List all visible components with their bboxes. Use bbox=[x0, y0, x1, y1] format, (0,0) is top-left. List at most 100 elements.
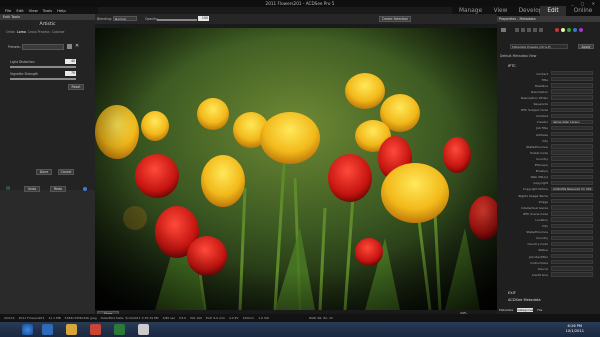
tab-cross-process[interactable]: Cross Process bbox=[28, 30, 50, 34]
metadata-field-input[interactable] bbox=[551, 107, 593, 112]
metadata-field-input[interactable] bbox=[551, 150, 593, 155]
reset-button[interactable]: Reset bbox=[68, 84, 84, 90]
metadata-field-input[interactable] bbox=[551, 247, 593, 253]
metadata-field-input[interactable] bbox=[551, 235, 593, 241]
menu-tools[interactable]: Tools bbox=[43, 8, 52, 13]
metadata-field-input[interactable]: All Rights Reserved (C) 2011 bbox=[551, 186, 593, 192]
undo-button[interactable]: Undo bbox=[24, 186, 40, 192]
create-selection-button[interactable]: Create Selection bbox=[379, 16, 411, 22]
metadata-field-input[interactable] bbox=[551, 101, 593, 106]
tab-orton[interactable]: Orton bbox=[6, 30, 15, 34]
status-item: 2011 Flowers201 bbox=[18, 316, 45, 320]
metadata-field-input[interactable] bbox=[551, 77, 593, 82]
app-icon[interactable] bbox=[114, 324, 125, 335]
metadata-field-input[interactable] bbox=[551, 156, 593, 161]
metadata-field-label: Creator bbox=[536, 120, 548, 125]
done-button[interactable]: Done bbox=[36, 169, 52, 175]
metadata-row: Web URL(s) bbox=[500, 174, 598, 180]
metadata-view-select[interactable]: Metadata Presets (Ctrl+E) bbox=[510, 44, 568, 49]
metadata-field-input[interactable]: James Allen Larsen bbox=[551, 119, 593, 125]
metadata-row: IPTC Subject Code bbox=[500, 107, 598, 113]
metadata-field-input[interactable] bbox=[551, 266, 593, 271]
tab-lomo[interactable]: Lomo bbox=[17, 30, 26, 34]
metadata-field-input[interactable] bbox=[551, 211, 593, 216]
media-icon[interactable] bbox=[90, 324, 101, 335]
metadata-field-input[interactable] bbox=[551, 260, 593, 265]
metadata-field-input[interactable] bbox=[551, 89, 593, 94]
metadata-row: Title bbox=[500, 77, 598, 82]
menu-view[interactable]: View bbox=[29, 8, 38, 13]
menu-edit[interactable]: Edit bbox=[16, 8, 23, 13]
help-icon[interactable] bbox=[83, 187, 87, 191]
status-item: 4.0 EV bbox=[228, 316, 239, 320]
mode-edit[interactable]: Edit bbox=[540, 6, 566, 16]
opacity-field[interactable]: 100 bbox=[198, 16, 209, 21]
metadata-field-input[interactable] bbox=[551, 162, 593, 167]
metadata-row: City bbox=[500, 138, 598, 143]
image-viewer[interactable] bbox=[95, 28, 497, 310]
metadata-row: Phone(s) bbox=[500, 162, 598, 168]
acdsee-metadata-section[interactable]: ACDSee Metadata bbox=[500, 298, 597, 304]
metadata-field-label: Content bbox=[536, 114, 548, 119]
start-icon[interactable] bbox=[22, 324, 33, 335]
system-clock[interactable]: 6:26 PM 10/1/2011 bbox=[566, 324, 584, 334]
folder-icon[interactable] bbox=[66, 324, 77, 335]
metadata-field-input[interactable] bbox=[551, 180, 593, 186]
metadata-field-input[interactable] bbox=[551, 254, 593, 259]
metadata-row: City bbox=[500, 223, 598, 229]
exif-section[interactable]: EXIF bbox=[500, 291, 597, 297]
metadata-field-input[interactable] bbox=[551, 217, 593, 222]
opacity-slider[interactable] bbox=[157, 19, 197, 21]
metadata-field-input[interactable] bbox=[551, 241, 593, 247]
chat-icon[interactable]: ✉ bbox=[6, 186, 10, 192]
light-distortion-slider[interactable] bbox=[10, 66, 76, 68]
metadata-field-input[interactable] bbox=[551, 168, 593, 173]
vignette-strength-slider[interactable] bbox=[10, 78, 76, 80]
apply-button[interactable]: Apply bbox=[578, 44, 594, 49]
blending-select[interactable]: Normal bbox=[113, 16, 137, 21]
default-metadata-section[interactable]: Default Metadata View bbox=[500, 54, 597, 60]
menu-help[interactable]: Help bbox=[57, 8, 66, 13]
metadata-row: Rights Usage Terms bbox=[500, 193, 598, 198]
vignette-strength-field[interactable]: 70 bbox=[65, 71, 76, 76]
acdsee-icon[interactable] bbox=[138, 324, 149, 335]
metadata-row: Copyright Notice All Rights Reserved (C) … bbox=[500, 186, 598, 192]
metadata-field-label: IPTC Subject Code bbox=[520, 108, 548, 113]
metadata-field-input[interactable] bbox=[551, 229, 593, 234]
redo-button[interactable]: Redo bbox=[50, 186, 66, 192]
browser-icon[interactable] bbox=[42, 324, 53, 335]
metadata-field-input[interactable] bbox=[551, 113, 593, 119]
metadata-field-input[interactable] bbox=[551, 272, 593, 277]
metadata-field-input[interactable] bbox=[551, 205, 593, 210]
tab-categories[interactable]: Categories bbox=[517, 308, 534, 312]
iptc-section[interactable]: IPTC bbox=[500, 64, 597, 70]
save-preset-icon[interactable] bbox=[67, 44, 72, 49]
metadata-row: Keywords bbox=[500, 101, 598, 107]
status-item: 5184x3456x24b jpeg bbox=[64, 316, 97, 320]
metadata-field-input[interactable] bbox=[551, 125, 593, 131]
metadata-field-input[interactable] bbox=[551, 199, 593, 204]
metadata-field-input[interactable] bbox=[551, 174, 593, 180]
metadata-field-input[interactable] bbox=[551, 138, 593, 143]
presets-dropdown[interactable] bbox=[22, 44, 64, 50]
metadata-field-input[interactable] bbox=[551, 71, 593, 76]
color-label-strip[interactable] bbox=[501, 27, 591, 33]
metadata-field-input[interactable] bbox=[551, 95, 593, 100]
delete-preset-icon[interactable]: ✕ bbox=[75, 43, 79, 49]
metadata-field-input[interactable] bbox=[551, 144, 593, 149]
light-distortion-field[interactable]: 40 bbox=[65, 59, 76, 64]
metadata-field-label: Description bbox=[530, 89, 548, 94]
metadata-field-input[interactable] bbox=[551, 193, 593, 198]
tab-colorize[interactable]: Colorize bbox=[52, 30, 65, 34]
metadata-field-input[interactable] bbox=[551, 132, 593, 137]
cancel-button[interactable]: Cancel bbox=[58, 169, 74, 175]
tulip-photo bbox=[95, 28, 497, 310]
tab-metadata[interactable]: Metadata bbox=[499, 308, 513, 312]
metadata-field-input[interactable] bbox=[551, 83, 593, 88]
mode-online[interactable]: Online bbox=[566, 6, 600, 16]
metadata-field-input[interactable] bbox=[551, 223, 593, 228]
metadata-field-label: Instructions bbox=[530, 260, 548, 265]
menu-file[interactable]: File bbox=[5, 8, 11, 13]
tab-file[interactable]: File bbox=[537, 308, 542, 312]
metadata-field-label: Address bbox=[536, 132, 548, 137]
